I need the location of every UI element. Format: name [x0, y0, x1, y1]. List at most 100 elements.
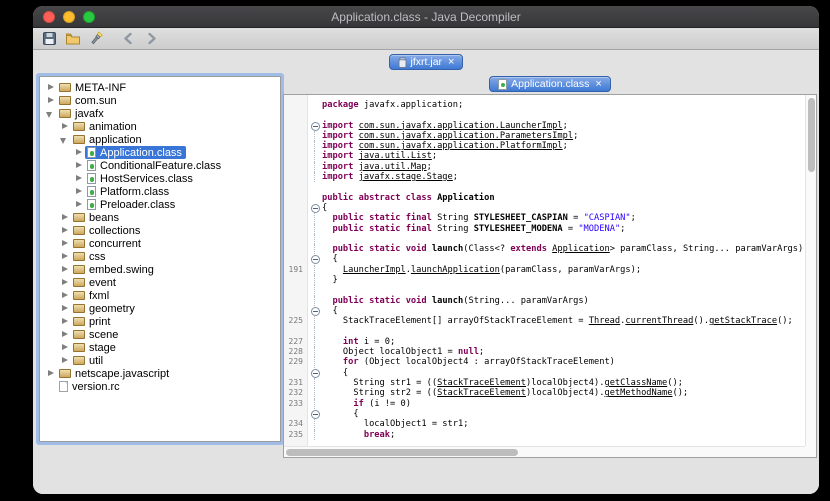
tree-item[interactable]: animation — [40, 120, 280, 133]
tree-item[interactable]: ConditionalFeature.class — [40, 159, 280, 172]
tree-item[interactable]: concurrent — [40, 237, 280, 250]
tree-item[interactable]: META-INF — [40, 81, 280, 94]
expand-arrow-icon[interactable] — [60, 343, 69, 352]
tree-item[interactable]: Platform.class — [40, 185, 280, 198]
titlebar[interactable]: Application.class - Java Decompiler — [33, 6, 819, 28]
tree-item[interactable]: embed.swing — [40, 263, 280, 276]
expand-arrow-icon[interactable] — [60, 317, 69, 326]
tree-item[interactable]: collections — [40, 224, 280, 237]
expand-arrow-icon[interactable] — [74, 187, 83, 196]
code-link[interactable]: com.sun.javafx.application.PlatformImpl — [359, 141, 563, 151]
fold-toggle-icon[interactable] — [308, 409, 322, 420]
class-icon — [87, 160, 96, 171]
tree-item[interactable]: HostServices.class — [40, 172, 280, 185]
collapse-arrow-icon[interactable] — [60, 135, 69, 144]
code-link[interactable]: Application — [552, 244, 610, 254]
package-tree[interactable]: META-INF com.sun javafx animation applicatio… — [39, 76, 281, 442]
tree-item[interactable]: application — [40, 133, 280, 146]
expand-arrow-icon[interactable] — [74, 174, 83, 183]
code-line: } — [284, 275, 805, 286]
search-button[interactable] — [86, 29, 105, 48]
close-window-button[interactable] — [43, 11, 55, 23]
expand-arrow-icon[interactable] — [46, 96, 55, 105]
code-link[interactable]: getStackTrace — [709, 316, 777, 326]
tree-item[interactable]: version.rc — [40, 380, 280, 393]
code-link[interactable]: StackTraceElement — [437, 378, 526, 388]
horizontal-scrollbar[interactable] — [284, 446, 805, 457]
tree-item-label: ConditionalFeature.class — [100, 159, 222, 172]
code-link[interactable]: StackTraceElement — [437, 388, 526, 398]
expand-arrow-icon[interactable] — [60, 252, 69, 261]
tree-item-main: embed.swing — [71, 263, 158, 276]
fold-toggle-icon[interactable] — [308, 368, 322, 379]
code-lines[interactable]: package javafx.application; import com.su… — [284, 95, 805, 446]
tree-item[interactable]: javafx — [40, 107, 280, 120]
expand-arrow-icon[interactable] — [60, 304, 69, 313]
source-tab[interactable]: Application.class × — [489, 76, 611, 92]
tree-item[interactable]: event — [40, 276, 280, 289]
tree-item[interactable]: print — [40, 315, 280, 328]
fold-toggle-icon[interactable] — [308, 254, 322, 265]
code-text: break; — [322, 430, 395, 440]
fold-margin — [308, 110, 322, 120]
expand-arrow-icon[interactable] — [60, 213, 69, 222]
collapse-arrow-icon[interactable] — [46, 109, 55, 118]
code-token: import — [322, 120, 359, 131]
expand-arrow-icon[interactable] — [74, 148, 83, 157]
code-link[interactable]: java.util.Map — [359, 162, 427, 172]
expand-arrow-icon[interactable] — [60, 278, 69, 287]
tree-item[interactable]: Application.class — [40, 146, 280, 159]
tree-item[interactable]: css — [40, 250, 280, 263]
code-link[interactable]: com.sun.javafx.application.LauncherImpl — [359, 121, 563, 131]
expand-arrow-icon[interactable] — [60, 122, 69, 131]
expand-arrow-icon[interactable] — [46, 369, 55, 378]
code-link[interactable]: getClassName — [604, 378, 667, 388]
expand-arrow-icon[interactable] — [74, 200, 83, 209]
code-link[interactable]: com.sun.javafx.application.ParametersImp… — [359, 131, 573, 141]
vertical-scrollbar[interactable] — [805, 95, 816, 446]
close-tab-icon[interactable]: × — [595, 79, 601, 90]
open-file-button[interactable] — [63, 29, 82, 48]
zoom-window-button[interactable] — [83, 11, 95, 23]
horizontal-scrollbar-thumb[interactable] — [286, 448, 518, 456]
tree-item[interactable]: com.sun — [40, 94, 280, 107]
fold-toggle-icon[interactable] — [308, 306, 322, 317]
code-link[interactable]: LauncherImpl — [343, 265, 406, 275]
minimize-window-button[interactable] — [63, 11, 75, 23]
fold-margin — [308, 316, 322, 327]
fold-toggle-icon[interactable] — [308, 121, 322, 131]
code-link[interactable]: java.util.List — [359, 151, 432, 161]
tree-item[interactable]: Preloader.class — [40, 198, 280, 211]
expand-arrow-icon[interactable] — [74, 161, 83, 170]
forward-button[interactable] — [142, 29, 161, 48]
fold-toggle-icon[interactable] — [308, 203, 322, 214]
tree-item[interactable]: netscape.javascript — [40, 367, 280, 380]
expand-arrow-icon[interactable] — [60, 239, 69, 248]
jar-tab[interactable]: jfxrt.jar × — [388, 54, 464, 70]
tree-item[interactable]: scene — [40, 328, 280, 341]
code-link[interactable]: getMethodName — [604, 388, 672, 398]
code-link[interactable]: launchApplication — [411, 265, 500, 275]
code-link[interactable]: javafx.stage.Stage — [359, 172, 453, 182]
back-button[interactable] — [119, 29, 138, 48]
expand-arrow-icon[interactable] — [60, 291, 69, 300]
expand-arrow-icon[interactable] — [60, 265, 69, 274]
tree-item[interactable]: geometry — [40, 302, 280, 315]
expand-arrow-icon[interactable] — [60, 330, 69, 339]
tree-item[interactable]: beans — [40, 211, 280, 224]
search-flashlight-icon — [90, 30, 103, 44]
tree-item[interactable]: util — [40, 354, 280, 367]
save-button[interactable] — [40, 29, 59, 48]
tree-item[interactable]: fxml — [40, 289, 280, 302]
tree-item[interactable]: stage — [40, 341, 280, 354]
expand-arrow-icon[interactable] — [46, 83, 55, 92]
code-link[interactable]: Thread — [589, 316, 620, 326]
expand-arrow-icon[interactable] — [60, 226, 69, 235]
tree-item-main: event — [71, 276, 120, 289]
code-link[interactable]: currentThread — [625, 316, 693, 326]
close-tab-icon[interactable]: × — [448, 57, 454, 68]
code-token: int — [342, 336, 364, 347]
expand-arrow-icon[interactable] — [60, 356, 69, 365]
vertical-scrollbar-thumb[interactable] — [807, 98, 815, 172]
tree-item-main: scene — [71, 328, 122, 341]
